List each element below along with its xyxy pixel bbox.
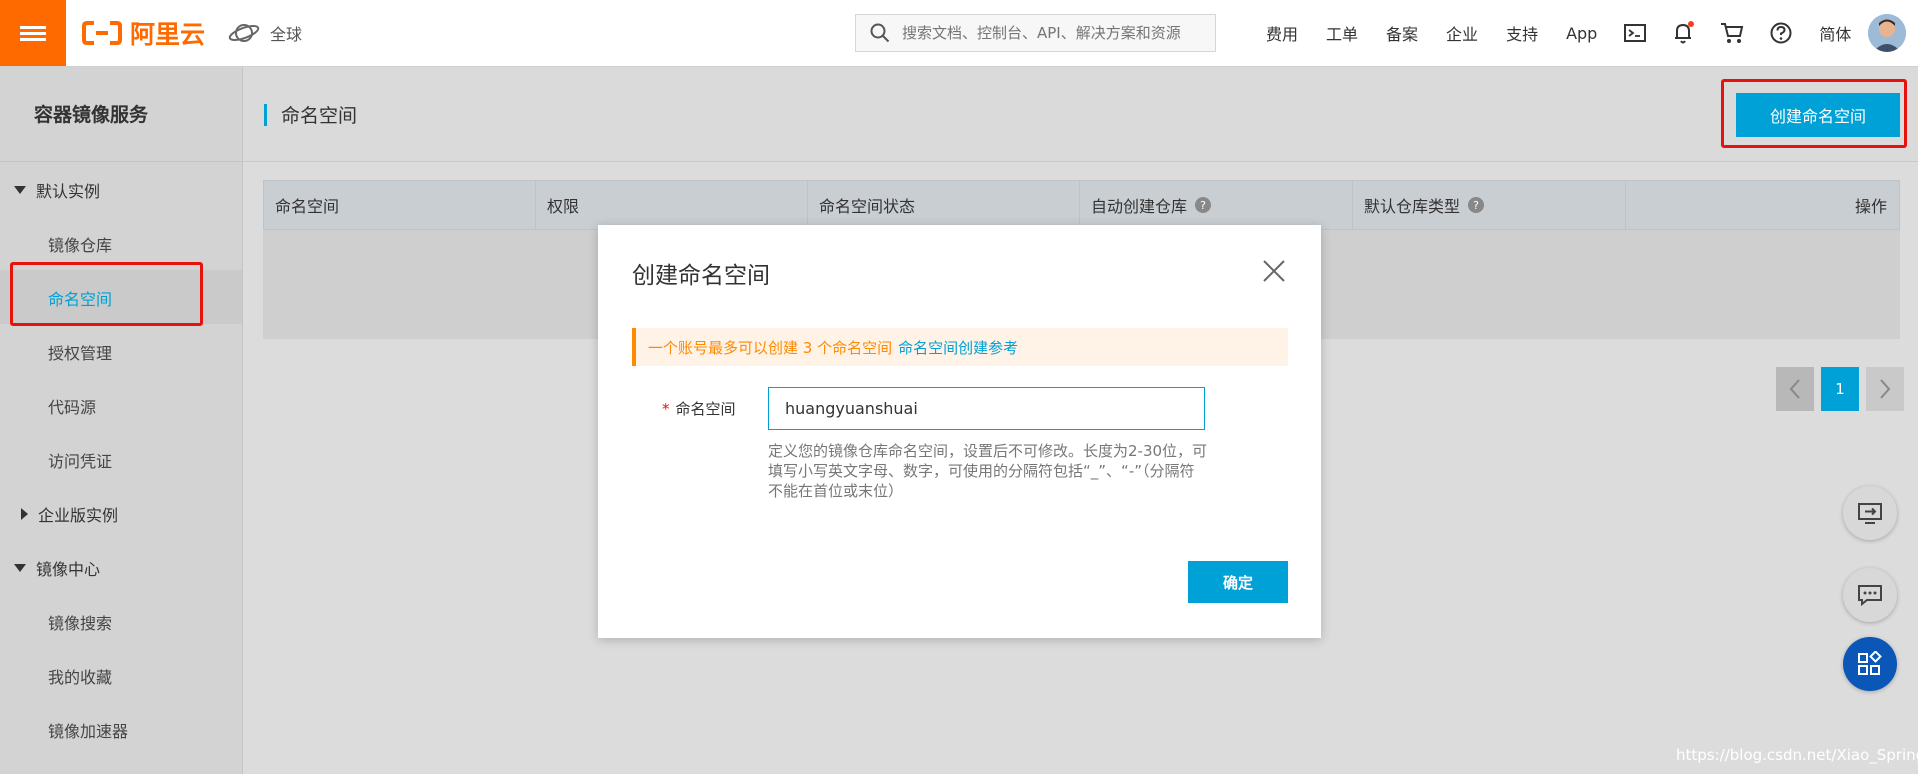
apps-grid-icon xyxy=(1858,651,1882,675)
question-icon[interactable]: ? xyxy=(1468,197,1485,213)
brand-name: 阿里云 xyxy=(130,20,206,49)
caret-down-icon xyxy=(14,564,26,572)
sidebar-divider xyxy=(0,161,242,162)
dialog-title: 创建命名空间 xyxy=(632,263,770,289)
sidebar-item-image-search[interactable]: 镜像搜索 xyxy=(48,610,112,634)
chevron-right-icon xyxy=(1880,379,1891,399)
region-selector[interactable]: 全球 xyxy=(228,20,302,46)
menu-icon xyxy=(20,23,46,44)
nav-billing[interactable]: 费用 xyxy=(1266,21,1298,45)
sidebar-item-authorization[interactable]: 授权管理 xyxy=(48,340,112,364)
table-header xyxy=(263,180,1900,230)
column-header-auto-create-label: 自动创建仓库 xyxy=(1091,197,1188,216)
page-header xyxy=(243,67,1918,162)
region-label: 全球 xyxy=(270,25,303,44)
global-search[interactable] xyxy=(855,14,1216,52)
namespace-input[interactable] xyxy=(768,387,1205,430)
annotation-highlight-box xyxy=(10,262,203,326)
notice-reference-link[interactable]: 命名空间创建参考 xyxy=(898,337,1018,358)
sidebar xyxy=(0,67,243,774)
column-header-actions: 操作 xyxy=(1855,197,1888,216)
cart-icon[interactable] xyxy=(1720,22,1744,44)
question-icon[interactable]: ? xyxy=(1195,197,1212,213)
title-accent-bar xyxy=(264,103,267,126)
floating-chat-button[interactable] xyxy=(1843,568,1897,622)
pager-next-button[interactable] xyxy=(1866,367,1904,411)
avatar[interactable] xyxy=(1868,14,1906,52)
chevron-left-icon xyxy=(1789,379,1800,399)
column-header-default-type: 默认仓库类型 ? xyxy=(1364,180,1485,230)
notice-text: 一个账号最多可以创建 3 个命名空间 xyxy=(648,338,893,357)
column-divider xyxy=(1352,180,1353,230)
sidebar-item-repositories[interactable]: 镜像仓库 xyxy=(48,232,112,256)
sidebar-group-image-center[interactable]: 镜像中心 xyxy=(14,556,100,580)
pager-prev-button[interactable] xyxy=(1776,367,1814,411)
sidebar-group-label: 默认实例 xyxy=(36,182,101,201)
sidebar-item-code-source[interactable]: 代码源 xyxy=(48,394,96,418)
column-header-auto-create: 自动创建仓库 ? xyxy=(1091,180,1212,230)
nav-icp[interactable]: 备案 xyxy=(1386,21,1418,45)
pager-page-current[interactable]: 1 xyxy=(1821,367,1859,411)
page-title: 命名空间 xyxy=(264,101,357,128)
user-avatar-icon xyxy=(1868,14,1906,52)
screen-arrow-icon xyxy=(1858,503,1882,524)
column-header-default-type-label: 默认仓库类型 xyxy=(1364,197,1461,216)
watermark-text: https://blog.csdn.net/Xiao_Spring xyxy=(1676,746,1918,764)
top-nav: 费用 工单 备案 企业 支持 App 简体 xyxy=(1252,0,1865,66)
help-icon[interactable] xyxy=(1770,22,1792,44)
close-icon xyxy=(1263,260,1285,282)
column-header-permission: 权限 xyxy=(547,197,580,216)
sidebar-item-favorites[interactable]: 我的收藏 xyxy=(48,664,112,688)
namespace-field-label-text: 命名空间 xyxy=(675,400,736,418)
nav-enterprise[interactable]: 企业 xyxy=(1446,21,1478,45)
confirm-button[interactable]: 确定 xyxy=(1188,561,1288,603)
nav-tickets[interactable]: 工单 xyxy=(1326,21,1358,45)
sidebar-group-default-instance[interactable]: 默认实例 xyxy=(14,178,100,202)
column-divider xyxy=(807,180,808,230)
sidebar-group-label: 企业版实例 xyxy=(38,506,119,525)
floating-apps-button[interactable] xyxy=(1843,637,1897,691)
namespace-field-label: * 命名空间 xyxy=(662,398,736,419)
terminal-icon[interactable] xyxy=(1624,23,1647,43)
column-divider xyxy=(535,180,536,230)
language-switch[interactable]: 简体 xyxy=(1819,21,1851,45)
search-icon xyxy=(870,23,890,43)
sidebar-item-accelerator[interactable]: 镜像加速器 xyxy=(48,718,128,742)
nav-support[interactable]: 支持 xyxy=(1506,21,1538,45)
floating-expand-button[interactable] xyxy=(1843,486,1897,540)
sidebar-group-label: 镜像中心 xyxy=(36,560,101,579)
sidebar-item-access-credentials[interactable]: 访问凭证 xyxy=(48,448,112,472)
sidebar-group-enterprise-instance[interactable]: 企业版实例 xyxy=(14,502,118,526)
service-title: 容器镜像服务 xyxy=(34,104,149,126)
limit-notice: 一个账号最多可以创建 3 个命名空间 命名空间创建参考 xyxy=(632,328,1288,366)
column-header-status: 命名空间状态 xyxy=(819,197,916,216)
caret-right-icon xyxy=(21,508,28,520)
column-divider xyxy=(1079,180,1080,230)
aliyun-logo-icon xyxy=(82,21,122,45)
globe-icon xyxy=(228,24,260,42)
caret-down-icon xyxy=(14,186,26,194)
column-divider xyxy=(1625,180,1626,230)
brand-logo[interactable]: 阿里云 xyxy=(82,16,205,50)
hamburger-menu-button[interactable] xyxy=(0,0,66,66)
required-mark: * xyxy=(662,400,670,418)
nav-app[interactable]: App xyxy=(1566,24,1597,43)
chat-icon xyxy=(1858,585,1882,607)
bell-icon[interactable] xyxy=(1672,21,1695,45)
namespace-help-text: 定义您的镜像仓库命名空间，设置后不可修改。长度为2-30位，可填写小写英文字母、… xyxy=(768,442,1208,500)
search-input[interactable] xyxy=(900,23,1214,43)
dialog-close-button[interactable] xyxy=(1261,258,1287,284)
page-title-text: 命名空间 xyxy=(281,105,358,127)
annotation-highlight-box xyxy=(1721,79,1907,148)
column-header-namespace: 命名空间 xyxy=(275,197,340,216)
